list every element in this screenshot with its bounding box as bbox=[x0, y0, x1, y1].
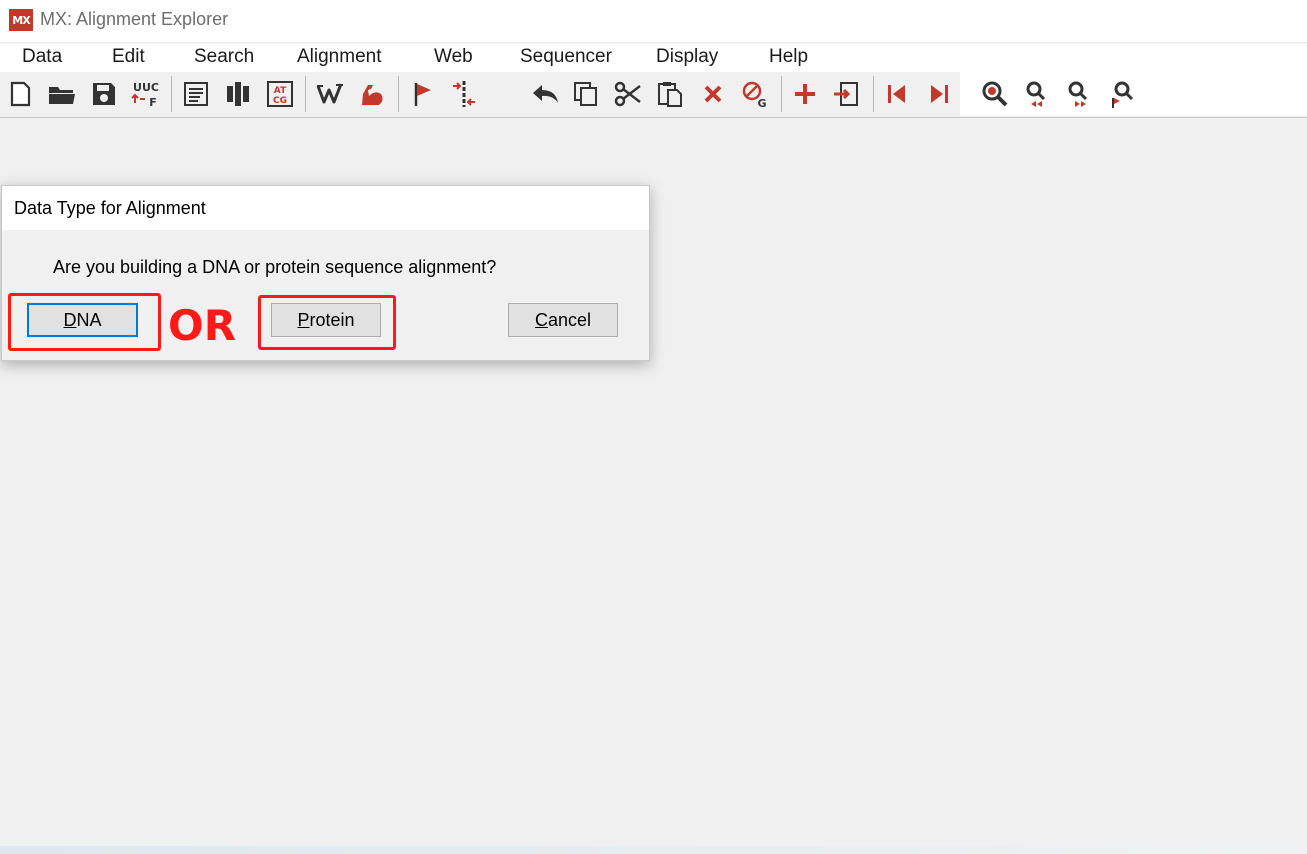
delete-x-icon[interactable] bbox=[697, 78, 729, 110]
cancel-button-label: ancel bbox=[547, 309, 592, 330]
copy-icon[interactable] bbox=[570, 78, 602, 110]
cancel-button[interactable]: Cancel bbox=[508, 303, 618, 337]
menu-display[interactable]: Display bbox=[656, 46, 718, 68]
dialog-title-bar: Data Type for Alignment bbox=[2, 186, 649, 230]
dialog-message: Are you building a DNA or protein sequen… bbox=[53, 257, 497, 277]
toolbar-separator bbox=[781, 76, 782, 112]
title-bar: MX MX: Alignment Explorer bbox=[0, 0, 1307, 42]
add-sequence-plus-icon[interactable] bbox=[789, 78, 821, 110]
app-logo-icon: MX bbox=[9, 9, 33, 31]
svg-text:OR: OR bbox=[168, 302, 236, 346]
svg-text:AT: AT bbox=[274, 86, 287, 96]
menu-bar: Data Edit Search Alignment Web Sequencer… bbox=[0, 44, 1307, 72]
clustal-w-icon[interactable] bbox=[314, 78, 346, 110]
annotation-box-dna bbox=[8, 293, 161, 351]
svg-text:F: F bbox=[149, 96, 157, 109]
move-left-icon[interactable] bbox=[881, 78, 913, 110]
import-sequence-icon[interactable] bbox=[831, 78, 863, 110]
new-file-icon[interactable] bbox=[4, 78, 36, 110]
cut-scissors-icon[interactable] bbox=[612, 78, 644, 110]
translate-uuc-icon[interactable]: UUC F bbox=[130, 78, 162, 110]
dna-atcg-icon[interactable]: AT CG bbox=[264, 78, 296, 110]
menu-data[interactable]: Data bbox=[22, 46, 62, 68]
toolbar-separator bbox=[305, 76, 306, 112]
save-icon[interactable] bbox=[88, 78, 120, 110]
annotation-or-text: OR bbox=[168, 302, 236, 346]
split-columns-icon[interactable] bbox=[448, 78, 480, 110]
muscle-arm-icon[interactable] bbox=[356, 78, 388, 110]
toolbar-separator bbox=[171, 76, 172, 112]
menu-alignment[interactable]: Alignment bbox=[297, 46, 382, 68]
dialog-title: Data Type for Alignment bbox=[14, 198, 206, 218]
toolbar-separator bbox=[398, 76, 399, 112]
toolbar: UUC F AT CG G bbox=[0, 72, 1307, 118]
menu-web[interactable]: Web bbox=[434, 46, 473, 68]
undo-icon[interactable] bbox=[530, 78, 562, 110]
notes-icon[interactable] bbox=[180, 78, 212, 110]
annotation-box-protein bbox=[258, 295, 396, 350]
cancel-button-accel: C bbox=[534, 309, 548, 330]
delete-gap-icon[interactable]: G bbox=[739, 78, 771, 110]
toolbar-separator bbox=[873, 76, 874, 112]
move-right-icon[interactable] bbox=[923, 78, 955, 110]
find-marked-site-icon[interactable] bbox=[1105, 78, 1137, 110]
mark-site-flag-icon[interactable] bbox=[406, 78, 438, 110]
menu-search[interactable]: Search bbox=[194, 46, 254, 68]
bottom-edge bbox=[0, 846, 1307, 854]
find-previous-icon[interactable] bbox=[1021, 78, 1053, 110]
menu-help[interactable]: Help bbox=[769, 46, 808, 68]
svg-text:UUC: UUC bbox=[133, 81, 159, 94]
search-zoom-icon[interactable] bbox=[979, 78, 1011, 110]
paste-icon[interactable] bbox=[654, 78, 686, 110]
svg-text:CG: CG bbox=[273, 96, 287, 106]
menu-edit[interactable]: Edit bbox=[112, 46, 145, 68]
open-folder-icon[interactable] bbox=[46, 78, 78, 110]
svg-text:G: G bbox=[757, 97, 766, 109]
align-columns-icon[interactable] bbox=[222, 78, 254, 110]
find-next-icon[interactable] bbox=[1063, 78, 1095, 110]
menu-sequencer[interactable]: Sequencer bbox=[520, 46, 612, 68]
window-title: MX: Alignment Explorer bbox=[40, 9, 229, 29]
